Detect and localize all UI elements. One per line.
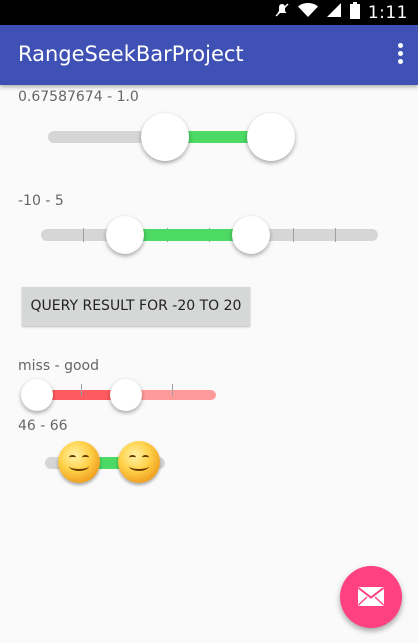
seekbar2-tick	[293, 228, 294, 242]
seekbar3-max-thumb[interactable]	[110, 379, 142, 411]
seekbar1-max-thumb[interactable]	[247, 113, 295, 161]
seekbar1-label: 0.67587674 - 1.0	[18, 89, 139, 105]
seekbar3-min-thumb[interactable]	[21, 379, 53, 411]
seekbar3-label: miss - good	[18, 358, 99, 374]
query-result-button[interactable]: QUERY RESULT FOR -20 TO 20	[22, 287, 250, 326]
signal-icon	[326, 2, 342, 23]
app-bar: RangeSeekBarProject	[0, 25, 418, 85]
seekbar2-tick	[83, 228, 84, 242]
seekbar4-label: 46 - 66	[18, 418, 68, 434]
battery-icon	[349, 1, 360, 24]
seekbar2-max-thumb[interactable]	[232, 216, 270, 254]
seekbar2-label: -10 - 5	[18, 193, 64, 209]
seekbar3-tick	[172, 384, 173, 396]
status-icons: 1:11	[274, 0, 408, 25]
email-icon	[357, 587, 385, 606]
seekbar1-min-thumb[interactable]	[141, 113, 189, 161]
seekbar2-min-thumb[interactable]	[106, 216, 144, 254]
status-bar: 1:11	[0, 0, 418, 25]
overflow-menu-icon[interactable]	[396, 43, 404, 67]
smiley-icon[interactable]	[58, 441, 100, 483]
status-time: 1:11	[367, 2, 408, 23]
seekbar3-tick	[81, 384, 82, 396]
seekbar2-tick	[335, 228, 336, 242]
mute-icon	[274, 2, 290, 23]
app-title: RangeSeekBarProject	[18, 42, 244, 66]
wifi-icon	[297, 2, 318, 23]
email-fab-button[interactable]	[340, 566, 402, 628]
smiley-icon[interactable]	[118, 441, 160, 483]
